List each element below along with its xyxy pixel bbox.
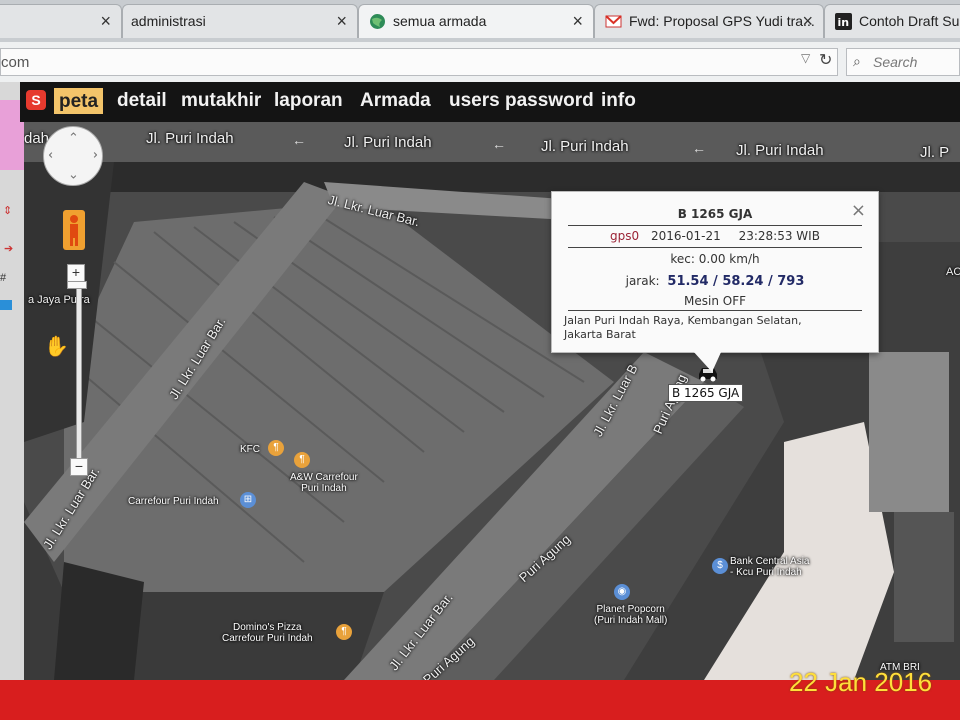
nav-item-mutakhir[interactable]: mutakhir [181,90,261,112]
pan-right-icon[interactable]: ⌃ [83,150,99,161]
restaurant-icon[interactable]: ¶ [294,452,310,468]
tab-label: administrasi [131,13,206,29]
svg-text:in: in [838,16,850,29]
popup-address-line1: Jalan Puri Indah Raya, Kembangan Selatan… [564,314,802,327]
direction-arrow-icon: ← [692,140,706,156]
popup-address-line2: Jakarta Barat [564,328,636,341]
zoom-slider-handle[interactable] [67,281,87,289]
popup-date: 2016-01-21 [651,229,721,243]
tab-label: Contoh Draft Sura [859,13,960,29]
nav-item-peta[interactable]: peta [54,88,104,114]
browser-tab-semua-armada[interactable]: semua armada × [358,4,594,38]
search-placeholder: Search [873,54,918,70]
popup-speed: kec: 0.00 km/h [670,252,760,266]
browser-tab-administrasi[interactable]: administrasi × [122,4,358,38]
nav-item-info[interactable]: info [601,90,636,112]
sidebar-arrow-icon[interactable]: ➔ [4,242,13,255]
gmail-icon [605,15,622,28]
street-view-pegman-icon[interactable] [63,210,85,250]
reload-icon[interactable]: ↻ [819,50,832,70]
zoom-in-button[interactable]: + [67,264,85,282]
tab-close-icon[interactable]: × [802,11,813,32]
browser-address-bar: com ▽ ↻ ⌕ Search [0,42,960,83]
url-dropdown-icon[interactable]: ▽ [801,51,810,65]
poi-label: Domino's Pizza Carrefour Puri Indah [222,622,313,644]
shopping-cart-icon[interactable]: ⊞ [240,492,256,508]
pan-down-icon[interactable]: ⌃ [68,165,79,181]
street-label: Jl. Puri Indah [541,138,629,155]
nav-item-laporan[interactable]: laporan [274,90,343,112]
zoom-out-button[interactable]: − [70,458,88,476]
street-label: Jl. Puri Indah [344,134,432,151]
nav-item-armada[interactable]: Armada [360,90,431,112]
map-pan-control[interactable]: ⌃ ⌃ ⌃ ⌃ [43,126,103,186]
browser-tab-gmail[interactable]: Fwd: Proposal GPS Yudi tra... × [594,4,824,38]
bank-icon[interactable]: $ [712,558,728,574]
app-nav-bar: S peta detail mutakhir laporan Armada us… [20,82,960,122]
hand-cursor-icon: ✋ [44,336,69,358]
tab-close-icon[interactable]: × [336,11,347,32]
zoom-slider-track[interactable] [76,285,82,467]
nav-item-password[interactable]: password [505,90,594,112]
photo-date-stamp: 22 Jan 2016 [789,667,933,697]
popup-distance-label: jarak: [625,274,660,288]
tab-close-icon[interactable]: × [100,11,111,32]
left-sidebar: ⇕ ➔ # [0,82,24,682]
pan-left-icon[interactable]: ⌃ [46,150,62,161]
browser-tab-bar: × administrasi × semua armada × Fwd: Pro… [0,0,960,42]
popup-tail [692,350,722,372]
browser-tab-previous[interactable]: × [0,4,122,38]
tab-close-icon[interactable]: × [572,11,583,32]
nav-item-users[interactable]: users [449,90,500,112]
street-label: Jl. P [920,144,950,161]
browser-search-field[interactable]: ⌕ Search [846,48,960,76]
tab-label: semua armada [393,13,487,29]
street-label: Jl. Puri Indah [736,142,824,159]
search-icon: ⌕ [853,53,861,69]
restaurant-icon[interactable]: ¶ [268,440,284,456]
popup-engine-status: Mesin OFF [684,294,746,308]
poi-label: A&W Carrefour Puri Indah [290,472,358,494]
sidebar-blue-marker [0,300,12,310]
popup-time: 23:28:53 WIB [738,229,820,243]
browser-tab-linkedin[interactable]: in Contoh Draft Sura [824,4,960,38]
poi-label: Carrefour Puri Indah [128,496,219,507]
direction-arrow-icon: ← [492,136,506,152]
linkedin-icon: in [835,13,852,30]
popup-device-id: gps0 [610,229,640,243]
app-logo-icon[interactable]: S [26,90,46,110]
globe-icon [370,14,385,29]
place-label: AC [946,266,960,278]
street-label: Jl. Puri Indah [146,130,234,147]
vehicle-label[interactable]: B 1265 GJA [668,384,744,402]
url-field[interactable]: com ▽ ↻ [0,48,838,76]
nav-item-detail[interactable]: detail [117,90,167,112]
popup-divider [568,225,862,226]
restaurant-icon[interactable]: ¶ [336,624,352,640]
popup-timestamp-row: gps0 2016-01-21 23:28:53 WIB [552,229,878,243]
popup-divider [568,247,862,248]
poi-label: Bank Central Asia - Kcu Puri Indah [730,556,810,578]
direction-arrow-icon: ← [292,132,306,148]
url-text: com [1,54,30,71]
cinema-icon[interactable]: ◉ [614,584,630,600]
tab-label: Fwd: Proposal GPS Yudi tra... [629,13,815,29]
popup-divider [568,310,862,311]
popup-distance-row: jarak: 51.54 / 58.24 / 793 [552,274,878,289]
sidebar-sort-icon[interactable]: ⇕ [3,204,12,217]
poi-label: Planet Popcorn (Puri Indah Mall) [594,604,668,626]
poi-label: KFC [240,444,260,455]
pan-up-icon[interactable]: ⌃ [68,130,79,146]
vehicle-info-popup: × B 1265 GJA gps0 2016-01-21 23:28:53 WI… [551,191,879,372]
popup-distance-value: 51.54 / 58.24 / 793 [667,274,805,289]
sidebar-hash-icon: # [0,272,7,284]
popup-plate: B 1265 GJA [677,207,753,221]
